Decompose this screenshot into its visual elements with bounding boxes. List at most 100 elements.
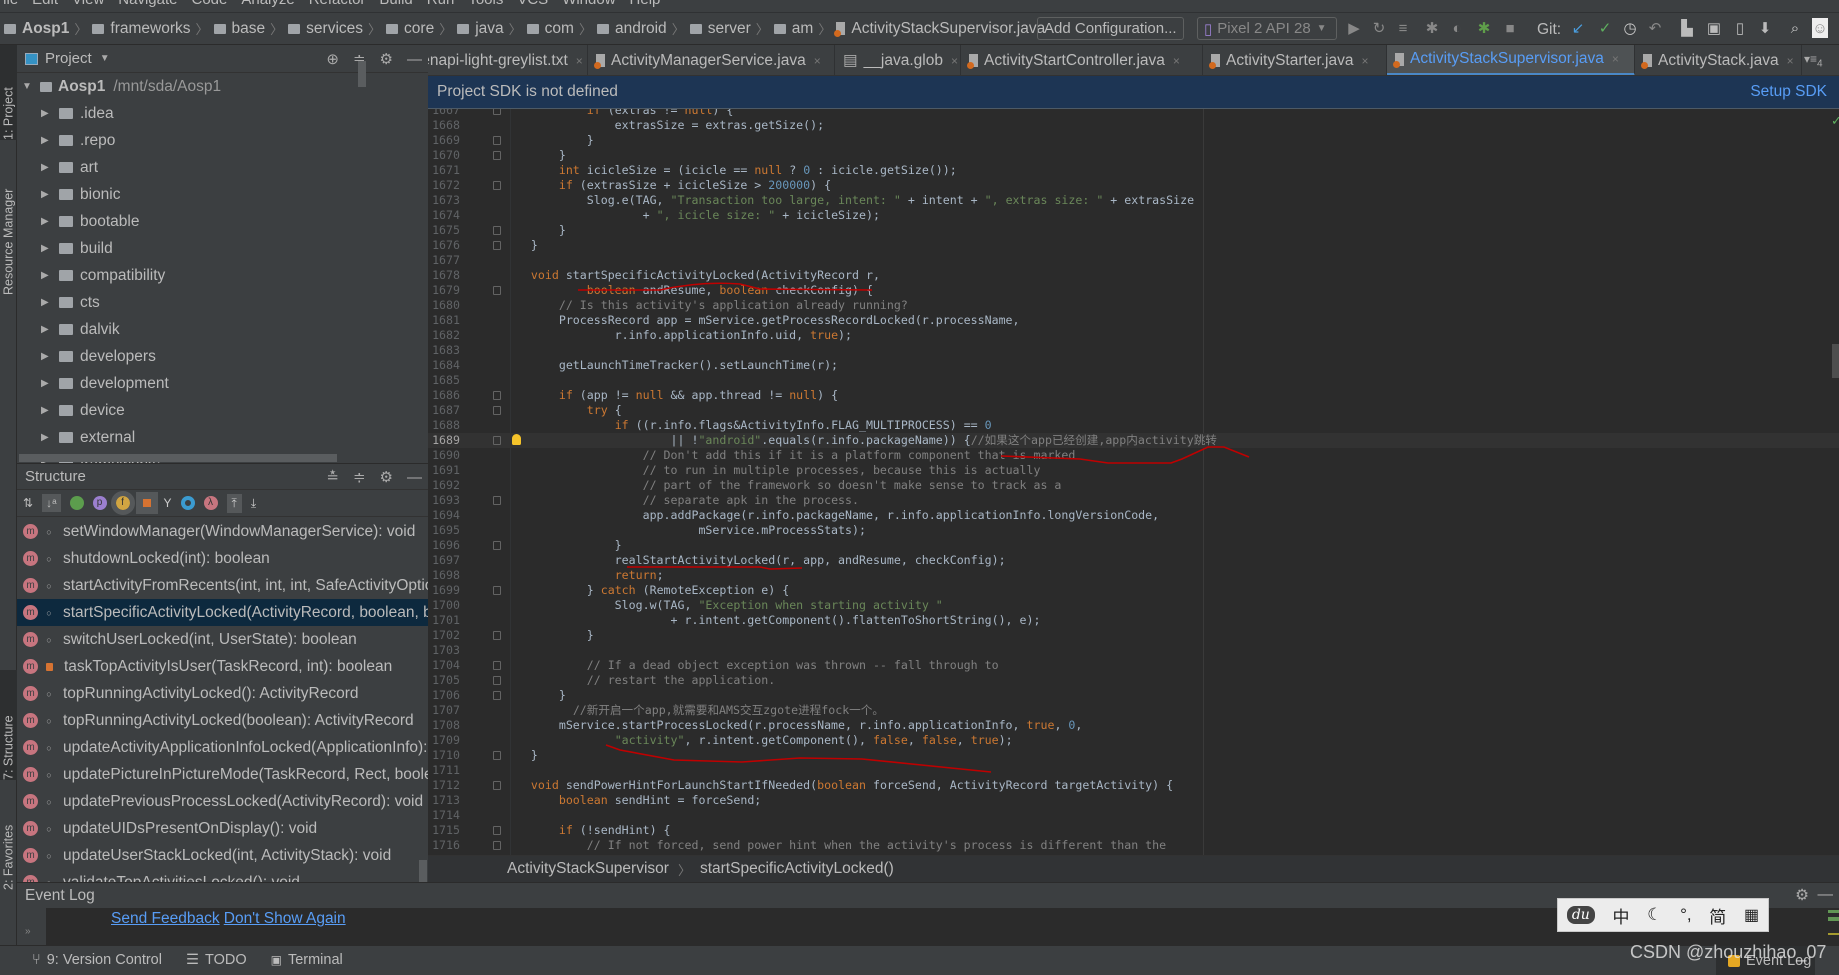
collapsed-arrow-icon[interactable]: ▶ xyxy=(41,135,55,146)
fold-marker-icon[interactable] xyxy=(493,436,501,445)
menu-code[interactable]: Code xyxy=(191,0,227,8)
structure-item[interactable]: m ○ updatePreviousProcessLocked(ActivityRe… xyxy=(17,788,428,815)
rollback-icon[interactable]: ↶ xyxy=(1645,18,1665,38)
terminal-window-icon[interactable]: ▣ xyxy=(1704,18,1724,38)
fold-marker-icon[interactable] xyxy=(493,631,501,640)
lightbulb-icon[interactable] xyxy=(512,434,521,445)
minimize-icon[interactable]: — xyxy=(407,51,422,68)
tab-activitystarter-java[interactable]: ActivityStarter.java × xyxy=(1203,45,1387,75)
stop-icon[interactable]: ■ xyxy=(1500,18,1520,38)
collapsed-arrow-icon[interactable]: ▶ xyxy=(41,243,55,254)
tab-activitystacksupervisor-java[interactable]: ActivityStackSupervisor.java × xyxy=(1387,45,1635,75)
expand-icon[interactable]: » xyxy=(25,926,31,937)
breadcrumb-item[interactable]: Aosp1 xyxy=(4,20,69,38)
structure-item[interactable]: m ○ setWindowManager(WindowManagerService)… xyxy=(17,518,428,545)
collapsed-arrow-icon[interactable]: ▶ xyxy=(41,297,55,308)
breadcrumb-item[interactable]: services xyxy=(288,20,363,38)
git-commit-icon[interactable]: ✓ xyxy=(1595,18,1615,38)
show-properties-icon[interactable]: p xyxy=(92,496,107,510)
menu-window[interactable]: Window xyxy=(562,0,615,8)
ime-logo[interactable]: du xyxy=(1566,906,1595,924)
ime-mode-button[interactable]: 中 xyxy=(1612,903,1629,928)
breadcrumb-item[interactable]: com xyxy=(526,20,574,38)
fold-marker-icon[interactable] xyxy=(493,181,501,190)
breadcrumb-item[interactable]: java xyxy=(457,20,504,38)
structure-item[interactable]: m ○ updateUIDsPresentOnDisplay(): void xyxy=(17,815,428,842)
sort-alphabetically-icon[interactable]: ↓ᵃ xyxy=(42,494,61,512)
lambda-icon[interactable]: λ xyxy=(203,496,218,510)
fold-marker-icon[interactable] xyxy=(493,691,501,700)
close-icon[interactable]: × xyxy=(1362,54,1369,68)
sdk-manager-icon[interactable]: ⬇ xyxy=(1755,18,1775,38)
terminal-tab[interactable]: ▣ Terminal xyxy=(271,952,343,968)
fold-marker-icon[interactable] xyxy=(493,391,501,400)
sort-by-visibility-icon[interactable]: ⇅ xyxy=(23,496,33,510)
expanded-arrow-icon[interactable]: ▼ xyxy=(22,81,36,92)
project-scrollbar[interactable] xyxy=(358,61,366,87)
tool-window-structure[interactable]: 7: Structure xyxy=(0,670,17,780)
menu-refactor[interactable]: Refactor xyxy=(309,0,366,8)
project-hscrollbar[interactable] xyxy=(19,454,337,462)
history-icon[interactable]: ◷ xyxy=(1620,18,1640,38)
collapsed-arrow-icon[interactable]: ▶ xyxy=(41,432,55,443)
structure-item[interactable]: m taskTopActivityIsUser(TaskRecord, int):… xyxy=(17,653,428,680)
fold-marker-icon[interactable] xyxy=(493,676,501,685)
fold-marker-icon[interactable] xyxy=(493,496,501,505)
tree-item[interactable]: ▶ bootable xyxy=(41,208,139,235)
tree-item[interactable]: ▶ device xyxy=(41,397,125,424)
show-fields-icon[interactable]: f xyxy=(110,491,135,515)
fold-marker-icon[interactable] xyxy=(493,781,501,790)
dont-show-again-link[interactable]: Don't Show Again xyxy=(224,910,346,927)
device-selector[interactable]: ▯ Pixel 2 API 28 ▼ xyxy=(1197,17,1337,40)
close-icon[interactable]: × xyxy=(1787,54,1794,68)
fold-marker-icon[interactable] xyxy=(493,109,501,115)
todo-tab[interactable]: ☰ TODO xyxy=(186,952,247,968)
structure-item[interactable]: m ○ topRunningActivityLocked(boolean): Act… xyxy=(17,707,428,734)
run-icon[interactable]: ▶ xyxy=(1344,18,1364,38)
breadcrumb-item[interactable]: base xyxy=(213,20,265,38)
structure-item[interactable]: m○validateTopActivitiesLocked(): void xyxy=(17,869,428,882)
menu-build[interactable]: Build xyxy=(379,0,412,8)
breadcrumb-class[interactable]: ActivityStackSupervisor xyxy=(507,860,669,878)
fold-marker-icon[interactable] xyxy=(493,406,501,415)
menu-analyze[interactable]: Analyze xyxy=(241,0,294,8)
close-icon[interactable]: × xyxy=(1612,52,1619,66)
gear-icon[interactable]: ⚙ xyxy=(380,468,393,486)
moon-icon[interactable]: ☾ xyxy=(1647,905,1662,925)
menu-help[interactable]: Help xyxy=(630,0,661,8)
collapsed-arrow-icon[interactable]: ▶ xyxy=(41,378,55,389)
fold-marker-icon[interactable] xyxy=(493,151,501,160)
menu-tools[interactable]: Tools xyxy=(468,0,503,8)
collapse-all-icon[interactable]: ≑ xyxy=(353,468,366,486)
breadcrumb-item[interactable]: android xyxy=(596,20,667,38)
run-list-icon[interactable]: ≡ xyxy=(1393,18,1413,38)
version-control-tab[interactable]: ⑂ 9: Version Control xyxy=(32,952,162,968)
search-icon[interactable]: ⌕ xyxy=(1785,18,1805,38)
collapsed-arrow-icon[interactable]: ▶ xyxy=(41,405,55,416)
structure-item[interactable]: m ○ topRunningActivityLocked(): ActivityRe… xyxy=(17,680,428,707)
fold-marker-icon[interactable] xyxy=(493,286,501,295)
breadcrumb-item[interactable]: am xyxy=(773,20,813,38)
tool-window-favorites[interactable]: 2: Favorites xyxy=(0,790,17,890)
expand-all-icon[interactable]: ≛ xyxy=(326,468,339,486)
ime-punctuation-button[interactable]: °, xyxy=(1680,905,1692,925)
fold-marker-icon[interactable] xyxy=(493,541,501,550)
autoscroll-from-source-icon[interactable]: ⤓ xyxy=(251,496,256,511)
setup-sdk-link[interactable]: Setup SDK xyxy=(1750,83,1827,101)
editor-scrollbar[interactable] xyxy=(1832,344,1839,378)
tree-item[interactable]: ▶ dalvik xyxy=(41,316,120,343)
close-icon[interactable]: × xyxy=(1173,54,1180,68)
menu-file[interactable]: File xyxy=(0,0,18,8)
gear-icon[interactable]: ⚙ xyxy=(1795,886,1809,905)
structure-item[interactable]: m ○ updateUserStackLocked(int, ActivitySta… xyxy=(17,842,428,869)
close-icon[interactable]: × xyxy=(951,54,958,68)
structure-item[interactable]: m ○ startActivityFromRecents(int, int, int… xyxy=(17,572,428,599)
tool-window-resource-manager[interactable]: Resource Manager xyxy=(0,145,17,295)
tree-root-aosp1[interactable]: ▼ Aosp1 /mnt/sda/Aosp1 xyxy=(22,73,221,100)
tree-item[interactable]: ▶ external xyxy=(41,424,135,451)
send-feedback-link[interactable]: Send Feedback xyxy=(111,910,220,927)
add-configuration-button[interactable]: Add Configuration... xyxy=(1037,17,1184,40)
show-inherited-icon[interactable] xyxy=(69,496,84,510)
locate-icon[interactable]: ⊕ xyxy=(326,50,339,68)
fold-marker-icon[interactable] xyxy=(493,226,501,235)
